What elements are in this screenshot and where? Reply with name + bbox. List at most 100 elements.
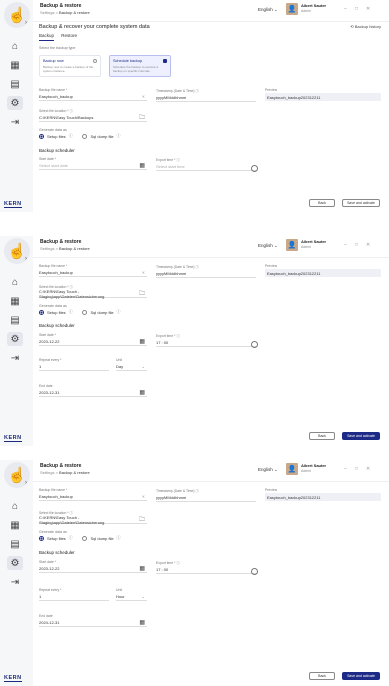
document-icon[interactable]: ▤ — [7, 313, 23, 327]
backup-now-card[interactable]: Backup now Backup now to create a backup… — [39, 55, 101, 77]
field-input[interactable]: Hour ⌄ — [116, 593, 147, 601]
field-input[interactable]: yyyyMMddhhmm — [156, 270, 256, 278]
start-time-field[interactable]: Export time * ⓘ 17 : 00 — [156, 560, 256, 574]
setup-files-radio[interactable] — [39, 536, 44, 541]
field-input[interactable]: C:\KERN\Easy Touch - Staging\app\Dateien… — [39, 515, 147, 525]
breadcrumb-root[interactable]: Settings — [40, 246, 54, 251]
repeat-every-field[interactable]: Repeat every * 1 — [39, 358, 109, 371]
start-date-field[interactable]: Start date * 2023-12-22 ▦ — [39, 560, 147, 573]
save-activate-button[interactable]: Save and activate — [342, 199, 380, 207]
field-input[interactable]: yyyyMMddhhmm — [156, 94, 256, 102]
field-input[interactable]: Easytouch_backup ✕ — [39, 269, 147, 277]
start-date-field[interactable]: Start date * 2023-12-22 ▦ — [39, 333, 147, 346]
maximize-icon[interactable]: □ — [355, 466, 358, 472]
language-select[interactable]: English ⌄ — [258, 7, 278, 13]
home-icon[interactable]: ⌂ — [7, 39, 23, 53]
field-input[interactable]: Select start date ▦ — [39, 162, 147, 170]
field-input[interactable]: C:\KERN\Easy Touch\Backups 🗀 — [39, 114, 147, 122]
minimize-icon[interactable]: – — [344, 242, 347, 248]
tab-restore[interactable]: Restore — [61, 33, 77, 40]
end-date-field[interactable]: End date 2023-12-31 ▦ — [39, 384, 147, 397]
unit-select[interactable]: Unit Hour ⌄ — [116, 588, 147, 601]
back-button[interactable]: Back — [309, 432, 335, 440]
info-icon[interactable]: ⓘ — [69, 310, 73, 315]
clock-icon[interactable] — [251, 341, 258, 348]
grid-icon[interactable]: ▦ — [7, 518, 23, 532]
field-input[interactable]: yyyyMMddhhmm — [156, 494, 256, 502]
info-icon[interactable]: ⓘ — [117, 310, 121, 315]
backup-file-name-field[interactable]: Backup file name * Easytouch_backup ✕ — [39, 488, 147, 501]
setup-files-radio[interactable] — [39, 134, 44, 139]
avatar[interactable]: 👤 — [286, 239, 298, 251]
back-button[interactable]: Back — [309, 199, 335, 207]
clock-icon[interactable] — [251, 165, 258, 172]
repeat-every-field[interactable]: Repeat every * 1 — [39, 588, 109, 601]
clock-icon[interactable] — [251, 568, 258, 575]
field-input[interactable]: Easytouch_backup ✕ — [39, 493, 147, 501]
back-button[interactable]: Back — [309, 672, 335, 680]
file-location-field[interactable]: Select file location * ⓘ C:\KERN\Easy To… — [39, 510, 147, 525]
maximize-icon[interactable]: □ — [355, 242, 358, 248]
field-input[interactable]: 2024-12-31 ▦ — [39, 619, 147, 627]
avatar[interactable]: 👤 — [286, 3, 298, 15]
maximize-icon[interactable]: □ — [355, 6, 358, 12]
folder-icon[interactable]: 🗀 — [139, 289, 145, 299]
minimize-icon[interactable]: – — [344, 6, 347, 12]
calendar-icon[interactable]: ▦ — [139, 565, 145, 572]
info-icon[interactable]: ⓘ — [69, 536, 73, 541]
folder-icon[interactable]: 🗀 — [139, 515, 145, 525]
field-input[interactable]: Easytouch_backup ✕ — [39, 93, 147, 101]
avatar[interactable]: 👤 — [286, 463, 298, 475]
calendar-icon[interactable]: ▦ — [139, 389, 145, 396]
schedule-backup-card[interactable]: Schedule backup Schedule the backup to e… — [109, 55, 171, 77]
settings-icon[interactable]: ⚙ — [7, 332, 23, 346]
document-icon[interactable]: ▤ — [7, 537, 23, 551]
logout-icon[interactable]: ⇥ — [7, 351, 23, 365]
close-icon[interactable]: ✕ — [366, 6, 370, 12]
close-icon[interactable]: ✕ — [366, 242, 370, 248]
language-select[interactable]: English ⌄ — [258, 467, 278, 473]
sidebar-collapse-icon[interactable]: › — [25, 480, 27, 486]
sql-dump-radio[interactable] — [82, 536, 88, 541]
save-activate-button[interactable]: Save and activate — [342, 672, 380, 680]
breadcrumb-root[interactable]: Settings — [40, 470, 54, 475]
field-input[interactable]: C:\KERN\Easy Touch - Staging\app\Dateien… — [39, 289, 147, 299]
backup-file-name-field[interactable]: Backup file name * Easytouch_backup ✕ — [39, 88, 147, 101]
clear-icon[interactable]: ✕ — [142, 94, 145, 99]
start-date-field[interactable]: Start date * Select start date ▦ — [39, 157, 147, 170]
field-input[interactable]: 1 — [39, 593, 109, 601]
field-input[interactable]: 2023-12-31 ▦ — [39, 389, 147, 397]
home-icon[interactable]: ⌂ — [7, 275, 23, 289]
timestamp-field[interactable]: Timestamp (Date & Time) ⓘ yyyyMMddhhmm — [156, 488, 256, 502]
calendar-icon[interactable]: ▦ — [139, 619, 145, 626]
start-time-field[interactable]: Export time * ⓘ Select start time — [156, 157, 256, 171]
file-location-field[interactable]: Select file location * ⓘ C:\KERN\Easy To… — [39, 284, 147, 299]
clear-icon[interactable]: ✕ — [142, 494, 145, 499]
unit-select[interactable]: Unit Day ⌄ — [116, 358, 147, 371]
settings-icon[interactable]: ⚙ — [7, 96, 23, 110]
start-time-field[interactable]: Export time * ⓘ 17 : 00 — [156, 333, 256, 347]
tab-backup[interactable]: Backup — [39, 33, 55, 41]
backup-file-name-field[interactable]: Backup file name * Easytouch_backup ✕ — [39, 264, 147, 277]
logout-icon[interactable]: ⇥ — [7, 115, 23, 129]
field-input[interactable]: Day ⌄ — [116, 363, 147, 371]
grid-icon[interactable]: ▦ — [7, 58, 23, 72]
info-icon[interactable]: ⓘ — [117, 134, 121, 139]
field-input[interactable]: Select start time — [156, 163, 256, 171]
field-input[interactable]: 1 — [39, 363, 109, 371]
sidebar-collapse-icon[interactable]: › — [25, 256, 27, 262]
close-icon[interactable]: ✕ — [366, 466, 370, 472]
minimize-icon[interactable]: – — [344, 466, 347, 472]
home-icon[interactable]: ⌂ — [7, 499, 23, 513]
file-location-field[interactable]: Select file location * ⓘ C:\KERN\Easy To… — [39, 108, 147, 122]
clear-icon[interactable]: ✕ — [142, 270, 145, 275]
logout-icon[interactable]: ⇥ — [7, 575, 23, 589]
field-input[interactable]: 2023-12-22 ▦ — [39, 565, 147, 573]
info-icon[interactable]: ⓘ — [117, 536, 121, 541]
sql-dump-radio[interactable] — [82, 134, 88, 139]
field-input[interactable]: 2023-12-22 ▦ — [39, 338, 147, 346]
end-date-field[interactable]: End date 2024-12-31 ▦ — [39, 614, 147, 627]
info-icon[interactable]: ⓘ — [69, 134, 73, 139]
field-input[interactable]: 17 : 00 — [156, 339, 256, 347]
sql-dump-radio[interactable] — [82, 310, 88, 315]
